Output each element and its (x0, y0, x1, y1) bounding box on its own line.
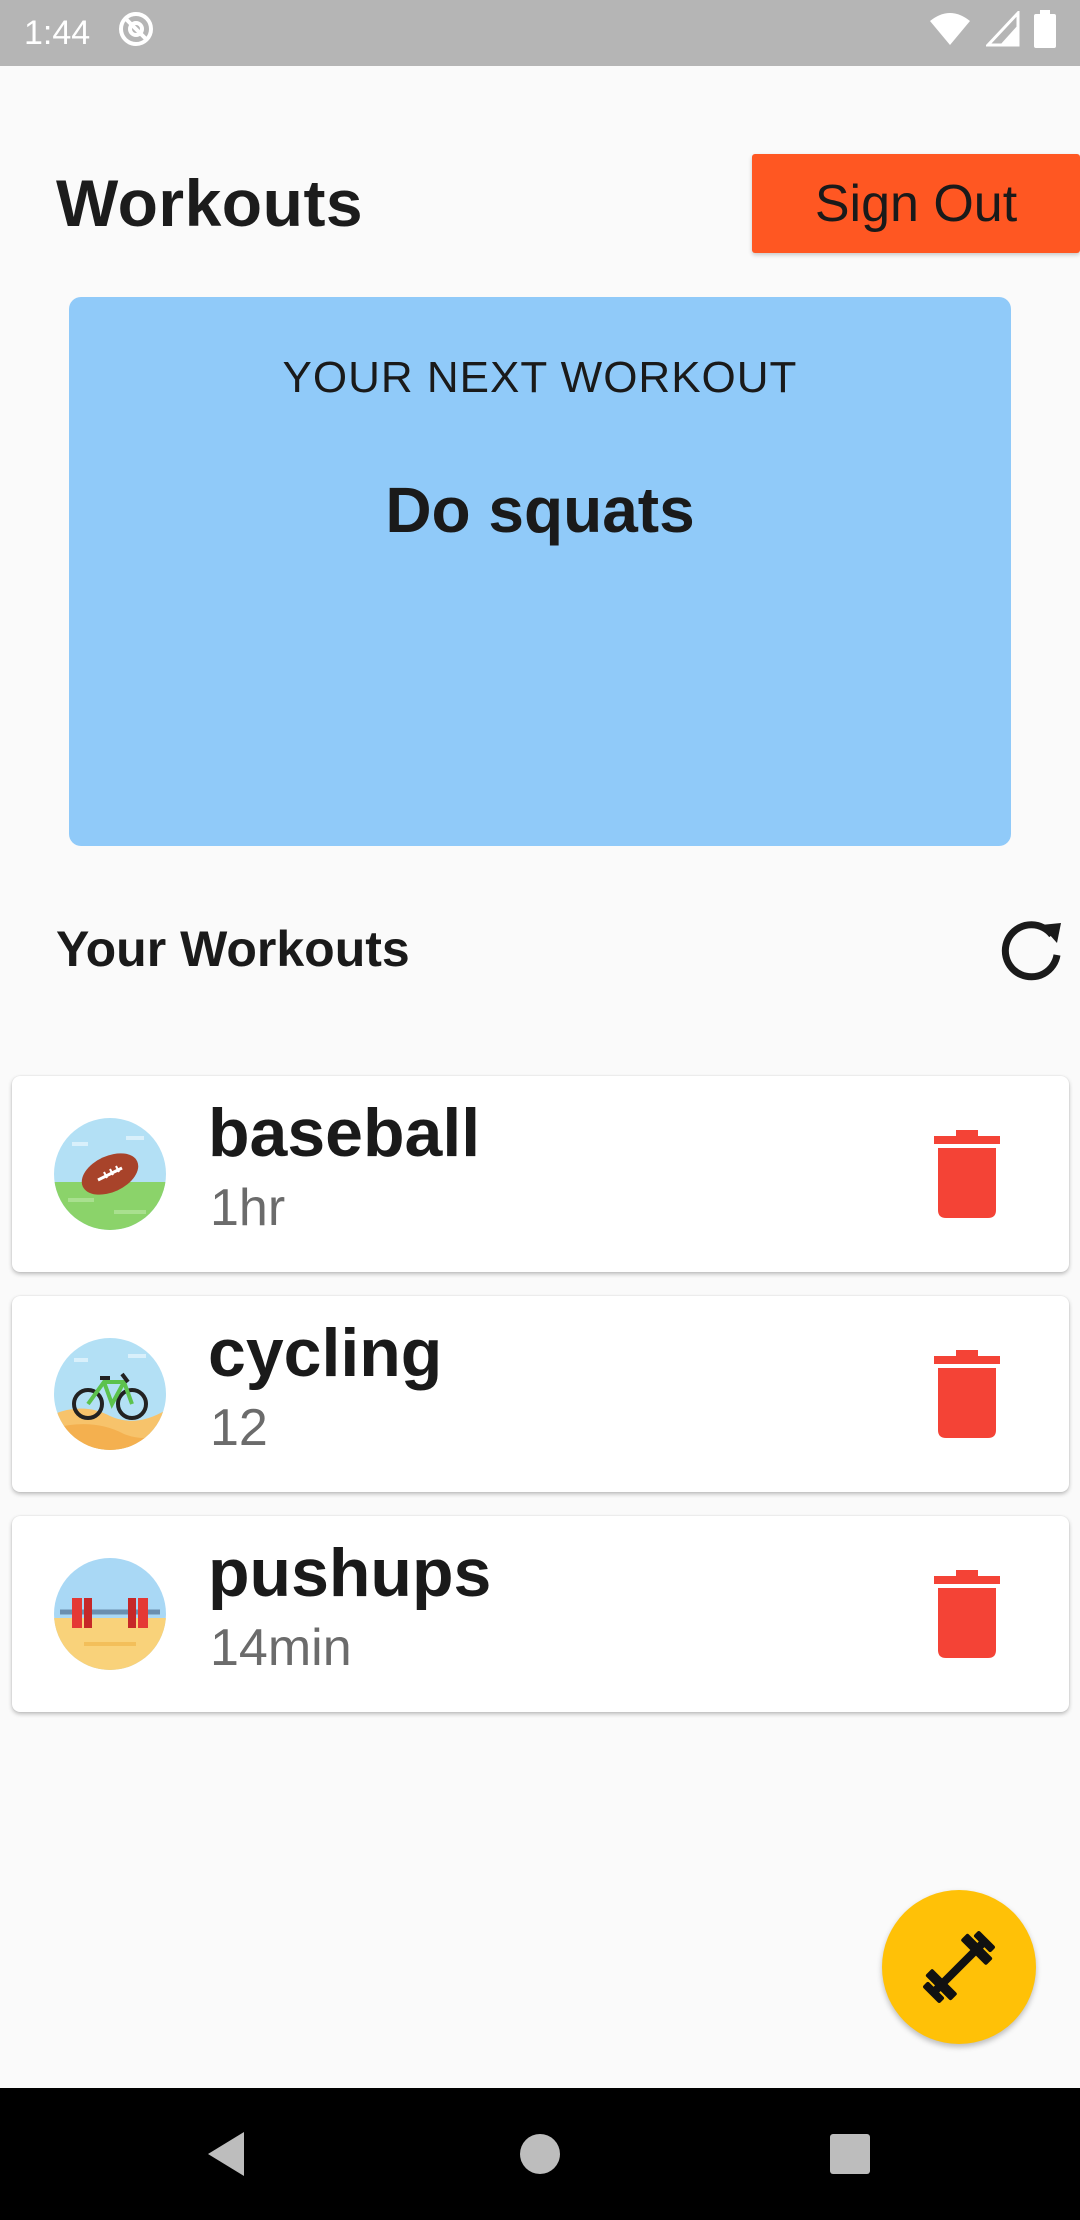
next-workout-title: Do squats (385, 474, 695, 546)
trash-icon (934, 1130, 1000, 1218)
trash-icon (934, 1570, 1000, 1658)
wifi-icon (928, 11, 972, 56)
dumbbell-icon (923, 1931, 995, 2003)
football-field-icon (54, 1118, 166, 1230)
workout-duration: 14min (210, 1619, 352, 1677)
status-bar: 1:44 (0, 0, 1080, 66)
next-workout-card[interactable]: YOUR NEXT WORKOUT Do squats (69, 297, 1011, 846)
workout-name: baseball (208, 1095, 481, 1171)
home-button[interactable] (460, 2088, 620, 2220)
workout-duration: 1hr (210, 1179, 286, 1237)
bicycle-icon (54, 1338, 166, 1450)
delete-button[interactable] (934, 1570, 1000, 1658)
your-workouts-heading: Your Workouts (56, 921, 410, 977)
recents-square-icon (830, 2134, 870, 2174)
workout-name: pushups (208, 1535, 492, 1611)
next-workout-label: YOUR NEXT WORKOUT (282, 353, 798, 402)
sign-out-button[interactable]: Sign Out (752, 154, 1080, 253)
workout-duration: 12 (210, 1399, 268, 1457)
trash-icon (934, 1350, 1000, 1438)
home-circle-icon (520, 2134, 560, 2174)
workout-list-item[interactable]: baseball 1hr (12, 1076, 1069, 1272)
battery-icon (1034, 9, 1056, 57)
cell-signal-icon (984, 8, 1020, 56)
workout-name: cycling (208, 1315, 443, 1391)
page-title: Workouts (56, 166, 364, 240)
workout-list-item[interactable]: pushups 14min (12, 1516, 1069, 1712)
back-triangle-icon (208, 2132, 244, 2176)
barbell-beach-icon (54, 1558, 166, 1670)
delete-button[interactable] (934, 1350, 1000, 1438)
recents-button[interactable] (770, 2088, 930, 2220)
delete-button[interactable] (934, 1130, 1000, 1218)
status-time: 1:44 (24, 13, 91, 52)
refresh-icon (1001, 921, 1061, 981)
back-button[interactable] (146, 2088, 306, 2220)
refresh-button[interactable] (994, 912, 1070, 988)
navigation-bar (0, 2088, 1080, 2220)
at-sign-icon (116, 9, 156, 58)
workout-list-item[interactable]: cycling 12 (12, 1296, 1069, 1492)
add-workout-fab[interactable] (882, 1890, 1036, 2044)
